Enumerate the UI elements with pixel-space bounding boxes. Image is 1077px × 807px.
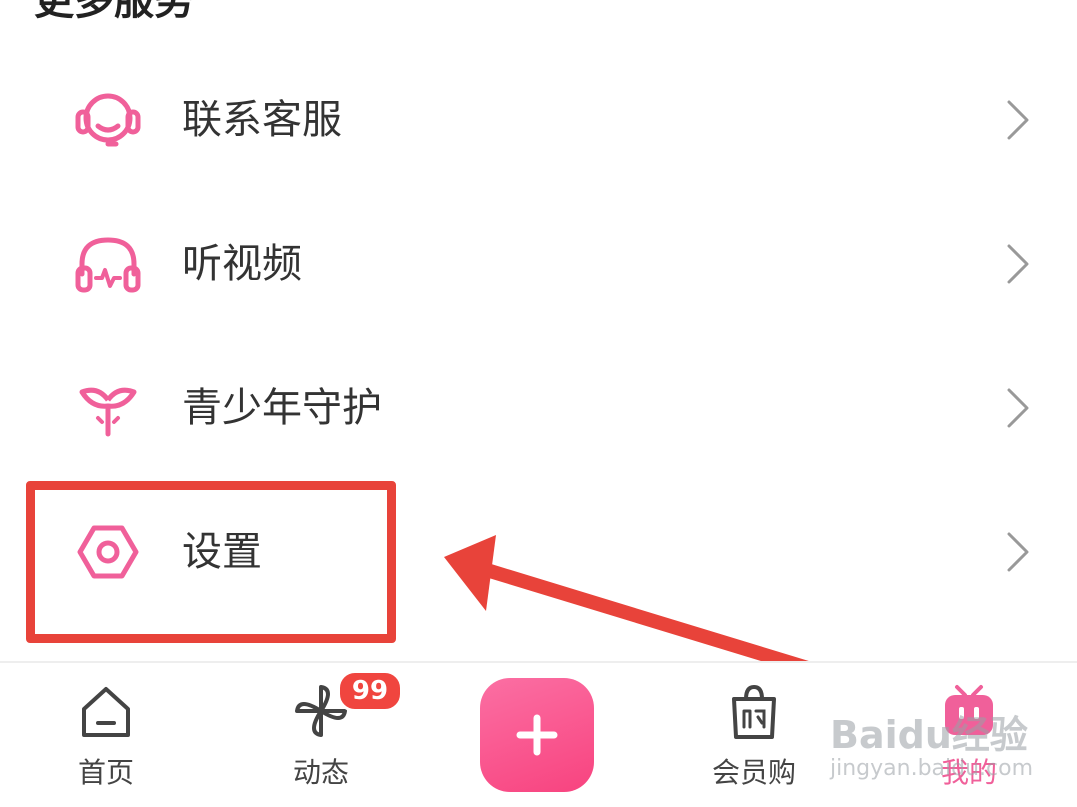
menu-item-label: 听视频 <box>182 241 302 287</box>
menu-item-listen-video[interactable]: 听视频 <box>0 190 1077 330</box>
watermark-url: jingyan.baidu.com <box>830 756 1034 781</box>
menu-item-customer-service[interactable]: 联系客服 <box>0 46 1077 186</box>
watermark-brand: Baidu经验 <box>830 713 1028 757</box>
chevron-right-icon <box>1007 388 1029 428</box>
chevron-right-icon <box>1007 100 1029 140</box>
shopping-bag-icon <box>732 684 776 739</box>
tab-home[interactable]: 首页 <box>36 663 176 807</box>
highlight-box <box>26 481 396 643</box>
headphones-icon <box>75 237 141 293</box>
section-title: 更多服务 <box>34 0 194 24</box>
sprout-icon <box>79 387 137 437</box>
tab-label: 首页 <box>77 756 134 789</box>
tab-label: 动态 <box>292 756 349 789</box>
headset-icon <box>75 93 141 147</box>
watermark: Baidu经验 jingyan.baidu.com <box>830 690 1070 800</box>
chevron-right-icon <box>1007 244 1029 284</box>
tab-label: 会员购 <box>711 756 796 789</box>
home-icon <box>82 687 130 737</box>
notification-badge: 99 <box>337 670 403 712</box>
publish-button[interactable] <box>480 678 594 792</box>
menu-item-label: 联系客服 <box>182 97 342 143</box>
plus-icon <box>516 714 558 756</box>
menu-item-label: 青少年守护 <box>182 385 382 431</box>
tab-member-shop[interactable]: 会员购 <box>684 663 824 807</box>
chevron-right-icon <box>1007 532 1029 572</box>
menu-item-youth-protection[interactable]: 青少年守护 <box>0 334 1077 474</box>
